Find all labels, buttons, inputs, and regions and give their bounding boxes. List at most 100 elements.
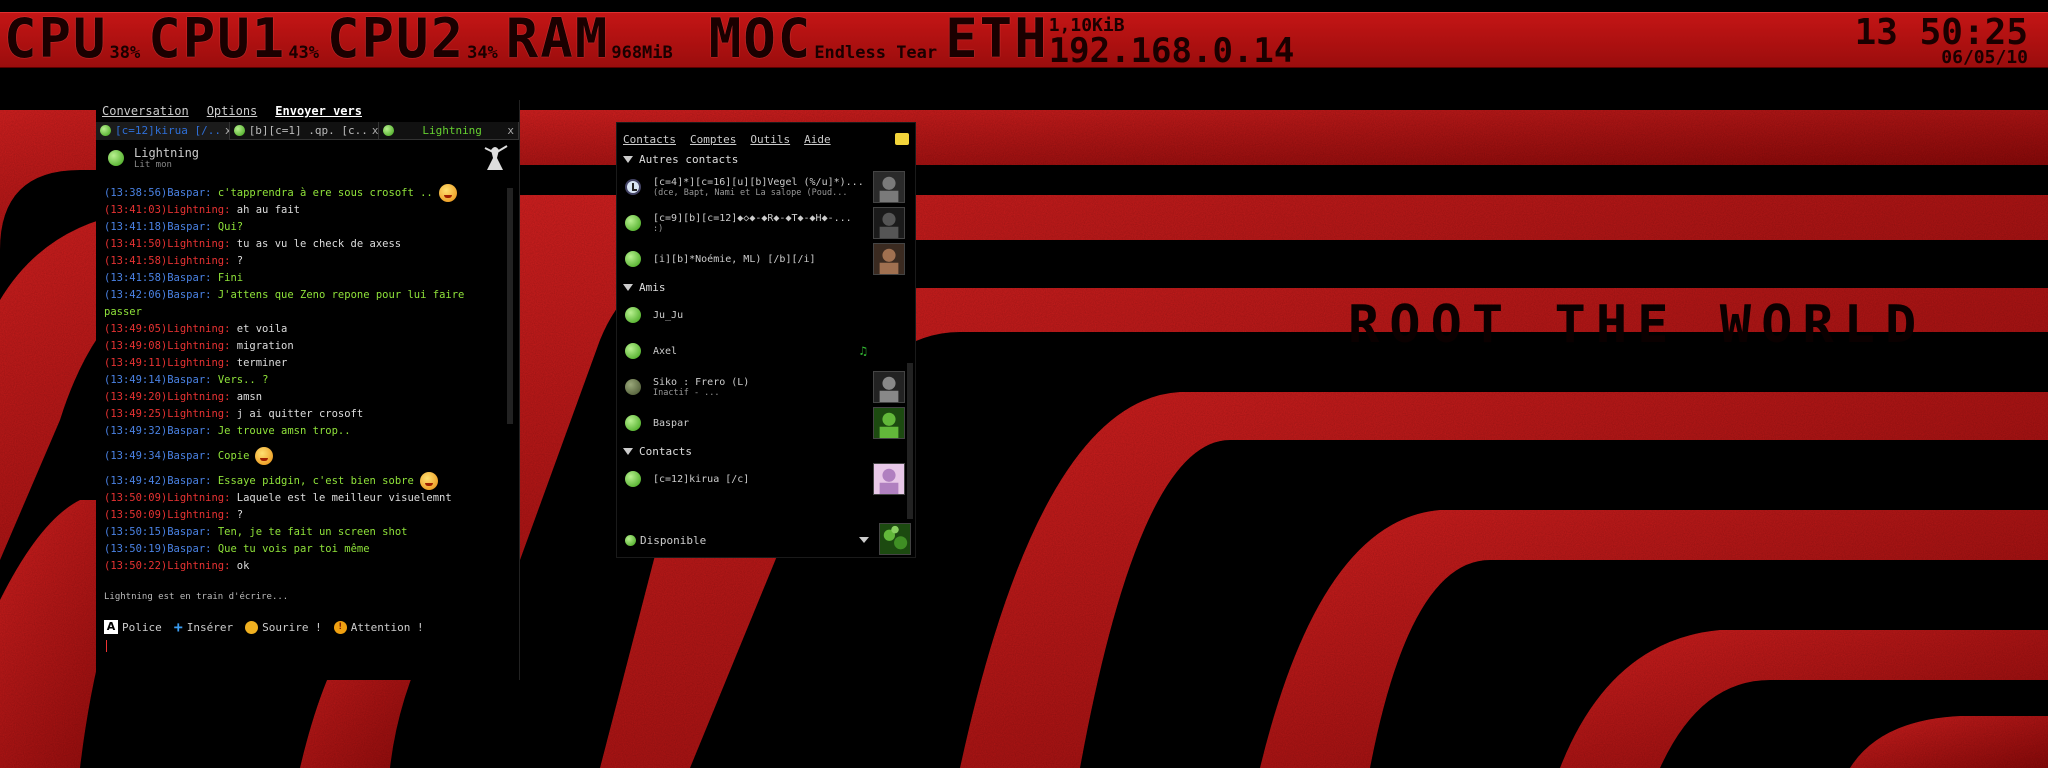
message-text: ah au fait: [236, 204, 300, 216]
contact-item[interactable]: Baspar: [617, 405, 915, 441]
close-tab-icon[interactable]: x: [372, 124, 378, 137]
menu-send-to[interactable]: Envoyer vers: [275, 104, 362, 118]
contact-info: [c=9][b][c=12]◆◇◆-◆R◆-◆T◆-◆H◆-...:): [653, 213, 869, 234]
message-text: ?: [236, 255, 244, 267]
chat-message: (13:49:34)Baspar: Copie: [104, 440, 508, 472]
contact-name: [c=12]kirua [/c]: [653, 473, 750, 485]
font-button[interactable]: A Police: [104, 620, 162, 634]
group-contacts-list: [c=12]kirua [/c]Lightning: [617, 461, 915, 497]
contact-item[interactable]: Axel ♫: [617, 333, 915, 369]
chat-message: (13:50:15)Baspar: Ten, je te fait un scr…: [104, 524, 508, 541]
buddy-header: Lightning Lit mon: [96, 140, 519, 176]
status-selector[interactable]: Disponible: [625, 529, 869, 551]
clock-time: 13 50:25: [1854, 12, 2028, 53]
group-label: Autres contacts: [639, 152, 739, 166]
group-others[interactable]: Autres contacts: [617, 149, 915, 169]
chat-message: (13:38:56)Baspar: c'tapprendra à ere sou…: [104, 184, 508, 202]
message-sender: Lightning:: [167, 357, 231, 369]
contact-item[interactable]: [i][b]*Noémie, ML) [/b][/i]: [617, 241, 915, 277]
contact-name: Axel: [653, 345, 678, 357]
chat-message: (13:49:25)Lightning: j ai quitter crosof…: [104, 406, 508, 423]
attention-button[interactable]: ! Attention !: [333, 620, 424, 634]
message-text: Qui?: [217, 221, 244, 233]
tab-kirua[interactable]: [c=12]kirua [/.. x: [96, 121, 230, 140]
contact-status: (dce, Bapt, Nami et La salope (Poud...: [653, 187, 848, 198]
contact-avatar: [873, 463, 905, 495]
contact-info: [c=12]kirua [/c]: [653, 474, 869, 485]
online-status-icon: [625, 307, 641, 323]
moc-label: MOC: [708, 7, 813, 70]
wallpaper-slogan: ROOT THE WORLD: [1348, 300, 1927, 350]
insert-button[interactable]: + Insérer: [174, 618, 233, 636]
menu-conversation[interactable]: Conversation: [102, 104, 189, 118]
cpu1-label: CPU1: [148, 7, 287, 70]
chat-tabs: [c=12]kirua [/.. x [b][c=1] .qp. [c.. x …: [96, 121, 519, 140]
menu-help[interactable]: Aide: [804, 133, 831, 146]
chat-menubar: Conversation Options Envoyer vers: [96, 100, 519, 122]
attention-label: Attention !: [350, 620, 424, 634]
contact-status: Inactif - ...: [653, 387, 720, 398]
online-status-icon: [625, 343, 641, 359]
typing-indicator: Lightning est en train d'écrire...: [104, 592, 289, 602]
notes-icon[interactable]: [895, 133, 909, 145]
message-text: migration: [236, 340, 294, 352]
group-friends[interactable]: Amis: [617, 277, 915, 297]
message-text: Vers.. ?: [217, 374, 269, 386]
message-text: Laquele est le meilleur visuelemnt: [236, 492, 452, 504]
smile-button[interactable]: Sourire !: [245, 620, 322, 634]
online-status-icon: [233, 125, 245, 136]
message-sender: Baspar:: [167, 187, 212, 199]
contact-avatar: [873, 207, 905, 239]
message-sender: Baspar:: [167, 289, 212, 301]
my-avatar[interactable]: [879, 523, 911, 555]
ram-label: RAM: [505, 7, 610, 70]
online-status-icon: [625, 215, 641, 231]
message-sender: Lightning:: [167, 509, 231, 521]
conversation-window: Conversation Options Envoyer vers [c=12]…: [96, 100, 520, 680]
contact-item[interactable]: Ju_Ju: [617, 297, 915, 333]
menu-options[interactable]: Options: [207, 104, 258, 118]
menu-accounts[interactable]: Comptes: [690, 133, 736, 146]
chat-message: (13:49:42)Baspar: Essaye pidgin, c'est b…: [104, 472, 508, 490]
message-text: Je trouve amsn trop..: [217, 425, 351, 437]
cpu2-meter: CPU2 34%: [323, 11, 502, 67]
chat-scrollbar[interactable]: [507, 188, 513, 424]
buddy-list-scrollbar[interactable]: [907, 363, 913, 519]
tab-lightning[interactable]: Lightning x: [379, 121, 519, 140]
contact-item[interactable]: [c=9][b][c=12]◆◇◆-◆R◆-◆T◆-◆H◆-...:): [617, 205, 915, 241]
message-sender: Lightning:: [167, 560, 231, 572]
tab-qp[interactable]: [b][c=1] .qp. [c.. x: [230, 121, 380, 140]
buddy-status: Lit mon: [134, 160, 172, 170]
message-timestamp: (13:50:15): [104, 526, 168, 538]
message-sender: Baspar:: [167, 425, 212, 437]
message-sender: Lightning:: [167, 238, 231, 250]
message-sender: Lightning:: [167, 323, 231, 335]
chat-message: (13:50:22)Lightning: ok: [104, 558, 508, 575]
message-text: c'tapprendra à ere sous crosoft ..: [217, 187, 433, 199]
contact-info: [c=4]*][c=16][u][b]Vegel (%/u]*)... (dce,…: [653, 177, 869, 198]
message-timestamp: (13:50:09): [104, 509, 168, 521]
contact-item[interactable]: [c=4]*][c=16][u][b]Vegel (%/u]*)... (dce,…: [617, 169, 915, 205]
close-tab-icon[interactable]: x: [507, 124, 514, 137]
message-sender: Lightning:: [167, 408, 231, 420]
message-timestamp: (13:49:08): [104, 340, 168, 352]
message-timestamp: (13:41:18): [104, 221, 168, 233]
group-contacts[interactable]: Contacts: [617, 441, 915, 461]
smiley-icon: [245, 620, 259, 634]
message-input[interactable]: [106, 640, 107, 652]
contact-avatar: [873, 371, 905, 403]
chat-message: (13:41:58)Baspar: Fini: [104, 270, 508, 287]
menu-tools[interactable]: Outils: [750, 133, 790, 146]
online-status-icon: [625, 471, 641, 487]
menu-contacts[interactable]: Contacts: [623, 133, 676, 146]
contact-info: Ju_Ju: [653, 310, 869, 321]
group-friends-list: Ju_Ju Axel ♫ Siko : Frero (L) Inactif - ... B…: [617, 297, 915, 441]
font-icon: A: [104, 620, 118, 634]
contact-item[interactable]: [c=12]kirua [/c]: [617, 461, 915, 497]
moc-player: MOC Endless Tear: [705, 7, 941, 70]
contact-avatar: [873, 243, 905, 275]
clock: 13 50:25 06/05/10: [1851, 13, 2048, 67]
message-text: Essaye pidgin, c'est bien sobre: [217, 475, 414, 487]
contact-item[interactable]: Siko : Frero (L) Inactif - ...: [617, 369, 915, 405]
message-timestamp: (13:49:34): [104, 450, 168, 462]
